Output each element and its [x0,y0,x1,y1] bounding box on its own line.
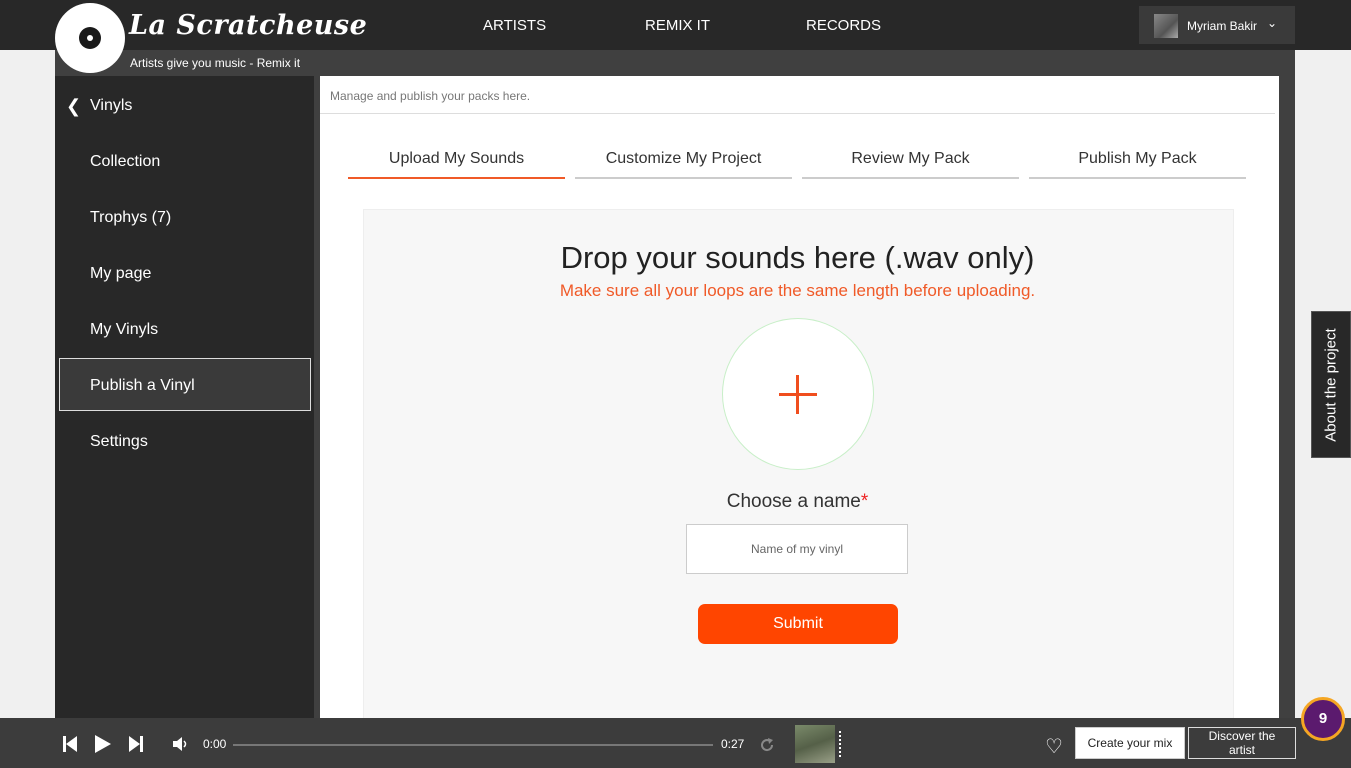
current-time: 0:00 [203,737,227,751]
user-menu[interactable]: Myriam Bakir ⌄ [1139,6,1295,44]
sidebar-item-trophys[interactable]: Trophys (7) [90,209,171,227]
sidebar-item-collection[interactable]: Collection [90,153,160,171]
vinyl-name-input[interactable] [686,524,908,574]
chevron-left-icon[interactable]: ❮ [66,96,81,117]
progress-bar[interactable] [233,744,713,746]
sidebar-back-vinyls[interactable]: Vinyls [90,97,132,115]
nav-records[interactable]: RECORDS [806,17,881,34]
brand-name[interactable]: La Scratcheuse [129,10,367,41]
brand-tagline: Artists give you music - Remix it [130,56,301,70]
tab-customize-my-project[interactable]: Customize My Project [575,150,792,168]
tab-publish-my-pack[interactable]: Publish My Pack [1029,150,1246,168]
duration: 0:27 [721,737,745,751]
tab-indicator [1029,177,1246,179]
tab-indicator-active [348,177,565,179]
name-label-text: Choose a name [726,491,861,512]
dropzone-title: Drop your sounds here (.wav only) [560,240,1035,275]
name-field-label: Choose a name* [363,491,1232,513]
repeat-icon[interactable] [759,737,775,753]
notification-badge[interactable]: 9 [1301,697,1345,741]
nav-artists[interactable]: ARTISTS [483,17,546,34]
track-divider [839,731,843,757]
vinyl-logo-icon[interactable] [55,3,125,73]
tab-upload-my-sounds[interactable]: Upload My Sounds [348,150,565,168]
sidebar-item-settings[interactable]: Settings [90,433,148,451]
previous-icon[interactable] [62,735,78,753]
tab-review-my-pack[interactable]: Review My Pack [802,150,1019,168]
discover-artist-button[interactable]: Discover the artist [1188,727,1296,759]
create-mix-button[interactable]: Create your mix [1075,727,1185,759]
required-mark: * [860,491,869,512]
plus-icon-vertical [796,375,799,414]
track-thumbnail[interactable] [795,725,835,763]
sidebar-item-publish-a-vinyl[interactable]: Publish a Vinyl [90,377,195,395]
divider [320,113,1275,114]
chevron-down-icon: ⌄ [1267,16,1278,30]
avatar [1154,14,1178,38]
sidebar-item-my-vinyls[interactable]: My Vinyls [90,321,158,339]
nav-remix-it[interactable]: REMIX IT [645,17,710,34]
volume-icon[interactable] [172,736,190,752]
dropzone-warning: Make sure all your loops are the same le… [559,281,1036,300]
sidebar-item-my-page[interactable]: My page [90,265,151,283]
about-project-tab[interactable]: About the project [1311,311,1351,458]
submit-button[interactable]: Submit [698,604,898,644]
page-subtitle: Manage and publish your packs here. [330,89,531,103]
play-icon[interactable] [94,734,112,754]
about-project-label: About the project [1322,327,1340,442]
user-name: Myriam Bakir [1187,19,1258,33]
tab-indicator [575,177,792,179]
tab-indicator [802,177,1019,179]
heart-icon[interactable]: ♡ [1045,734,1063,759]
next-icon[interactable] [128,735,144,753]
